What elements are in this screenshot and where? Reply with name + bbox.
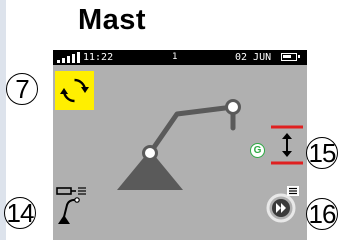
fast-forward-icon [266, 186, 299, 223]
battery-icon [281, 53, 300, 61]
mast-lift-control[interactable] [269, 125, 305, 165]
rotate-mode-button[interactable] [55, 71, 94, 110]
status-center-indicator: 1 [172, 52, 178, 62]
speed-badge: G [250, 143, 265, 158]
speed-badge-label: G [253, 144, 262, 156]
mast-boom [147, 104, 236, 156]
status-time: 11:22 [83, 52, 114, 63]
mast-joint-tip [225, 99, 241, 115]
page-title: Mast [78, 4, 147, 36]
status-date: 02 JUN [235, 52, 272, 63]
status-bar: 11:22 1 02 JUN [53, 50, 307, 65]
left-strip [0, 0, 6, 240]
boom-tilt-icon [56, 187, 86, 224]
callout-boom-tilt: 14 [4, 197, 36, 229]
callout-mast-lift: 15 [306, 137, 338, 169]
mast-diagram [117, 99, 241, 190]
rotate-arrows-icon [60, 78, 89, 103]
callout-rotate-mode: 7 [6, 73, 38, 105]
signal-icon [57, 52, 81, 63]
up-down-arrow-icon [271, 125, 303, 165]
fast-forward-button[interactable] [266, 184, 306, 224]
callout-fast-forward: 16 [306, 198, 338, 230]
boom-tilt-control[interactable] [55, 185, 91, 227]
mast-joint-base [142, 145, 158, 161]
